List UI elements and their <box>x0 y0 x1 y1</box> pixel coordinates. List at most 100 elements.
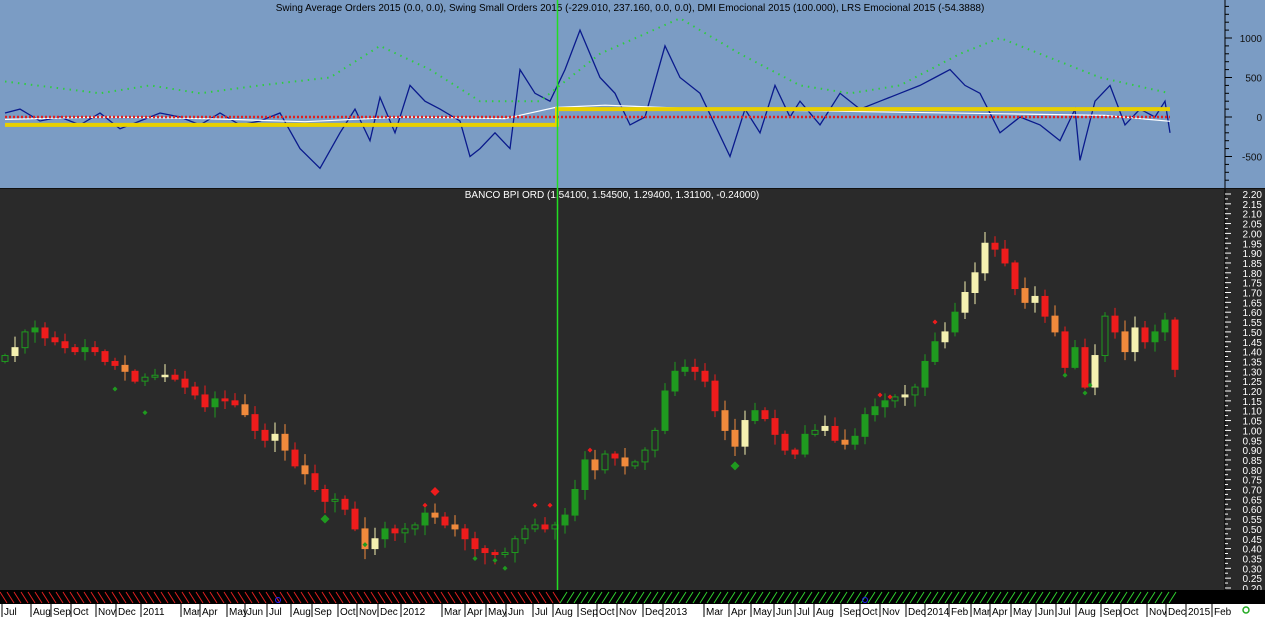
status-icon[interactable] <box>1242 606 1250 614</box>
x-tick-label: Mar <box>973 607 991 617</box>
candle-body <box>271 433 279 441</box>
candle-body <box>731 429 739 447</box>
candle-body <box>521 528 529 540</box>
candle-body <box>301 465 309 475</box>
x-tick-label: May <box>488 607 507 617</box>
candle-body <box>71 347 79 353</box>
candle-body <box>1081 347 1089 388</box>
candle-body <box>641 449 649 463</box>
candle-body <box>881 400 889 408</box>
x-tick-label: Aug <box>555 607 573 617</box>
candle-body <box>171 374 179 380</box>
candle-body <box>991 242 999 250</box>
candle-body <box>581 459 589 491</box>
candle-body <box>761 410 769 420</box>
candle-body <box>381 528 389 540</box>
candle-body <box>601 453 609 471</box>
candle-body <box>121 364 129 372</box>
x-tick-label: Nov <box>359 607 377 617</box>
candle-body <box>621 457 629 467</box>
candle-body <box>41 327 49 339</box>
candle-body <box>1151 331 1159 343</box>
x-tick-label: Dec <box>908 607 926 617</box>
candle-body <box>101 351 109 362</box>
candle-body <box>231 400 239 406</box>
candle-body <box>151 374 159 378</box>
candle-body <box>811 429 819 435</box>
candle-body <box>141 376 149 382</box>
x-tick-label: Jun <box>776 607 792 617</box>
candle-body <box>941 331 949 343</box>
candle-body <box>11 347 19 357</box>
candle-body <box>861 414 869 437</box>
x-tick-label: Jun <box>1038 607 1054 617</box>
x-tick-label: Sep <box>580 607 598 617</box>
candle-body <box>1161 319 1169 333</box>
x-tick-label: Nov <box>882 607 900 617</box>
oscillator-tick-label: 1000 <box>1240 34 1263 45</box>
candle-body <box>631 461 639 467</box>
candle-body <box>1071 347 1079 368</box>
oscillator-title: Swing Average Orders 2015 (0.0, 0.0), Sw… <box>276 3 985 14</box>
candle-body <box>1001 248 1009 264</box>
x-tick-label: Nov <box>619 607 637 617</box>
candle-body <box>21 331 29 349</box>
candle-body <box>341 498 349 510</box>
candle-body <box>511 538 519 554</box>
candle-body <box>661 390 669 431</box>
x-tick-label: Sep <box>53 607 71 617</box>
candle-body <box>791 449 799 455</box>
x-tick-label: Apr <box>467 607 483 617</box>
candle-body <box>491 552 499 556</box>
candle-body <box>411 524 419 530</box>
candle-body <box>921 360 929 388</box>
x-tick-label: Jul <box>1058 607 1071 617</box>
oscillator-tick-label: -500 <box>1242 153 1262 164</box>
x-tick-label: 2012 <box>403 607 426 617</box>
candle-body <box>951 311 959 333</box>
candle-body <box>451 524 459 530</box>
x-tick-label: Feb <box>951 607 969 617</box>
x-tick-label: Jul <box>535 607 548 617</box>
candle-body <box>261 429 269 441</box>
candle-body <box>201 394 209 408</box>
candle-body <box>91 347 99 353</box>
x-axis: Jul Aug Sep Oct Nov Dec 2011 Mar Apr May Jun Jul Aug… <box>0 604 1232 618</box>
oscillator-tick-label: 0 <box>1256 113 1262 124</box>
candle-body <box>961 292 969 313</box>
candle-body <box>221 398 229 402</box>
candle-body <box>671 370 679 392</box>
candle <box>1101 312 1109 363</box>
trading-chart: 1000 500 0 -500 2.20 2.15 2.10 2.05 2.00 1.95 1.90… <box>0 0 1265 618</box>
candle <box>661 383 669 435</box>
candle-body <box>311 473 319 490</box>
x-tick-label: Aug <box>293 607 311 617</box>
candle-body <box>591 459 599 471</box>
candle-body <box>81 347 89 353</box>
x-tick-label: 2015 <box>1188 607 1211 617</box>
x-tick-label: Apr <box>731 607 747 617</box>
candle-body <box>501 552 509 556</box>
candle-body <box>651 429 659 451</box>
candle-body <box>441 516 449 526</box>
candle-body <box>561 514 569 526</box>
x-tick-label: 2011 <box>143 607 165 617</box>
time-scrollbar[interactable] <box>0 590 1265 604</box>
candle-body <box>571 489 579 516</box>
x-tick-label: Sep <box>1103 607 1121 617</box>
candle-body <box>1 355 9 362</box>
chart-canvas[interactable]: 10005000-5002.202.152.102.052.001.951.90… <box>0 0 1265 618</box>
candle-body <box>181 378 189 388</box>
candle <box>131 369 139 384</box>
candle <box>1 353 9 364</box>
candle-body <box>691 366 699 372</box>
candle-body <box>1011 262 1019 290</box>
x-tick-label: Mar <box>183 607 201 617</box>
x-tick-label: Dec <box>118 607 136 617</box>
candle-body <box>391 528 399 534</box>
x-tick-label: Aug <box>816 607 834 617</box>
candle-body <box>911 386 919 396</box>
candle-body <box>981 242 989 274</box>
candle-body <box>161 374 169 378</box>
candle-body <box>1051 315 1059 333</box>
